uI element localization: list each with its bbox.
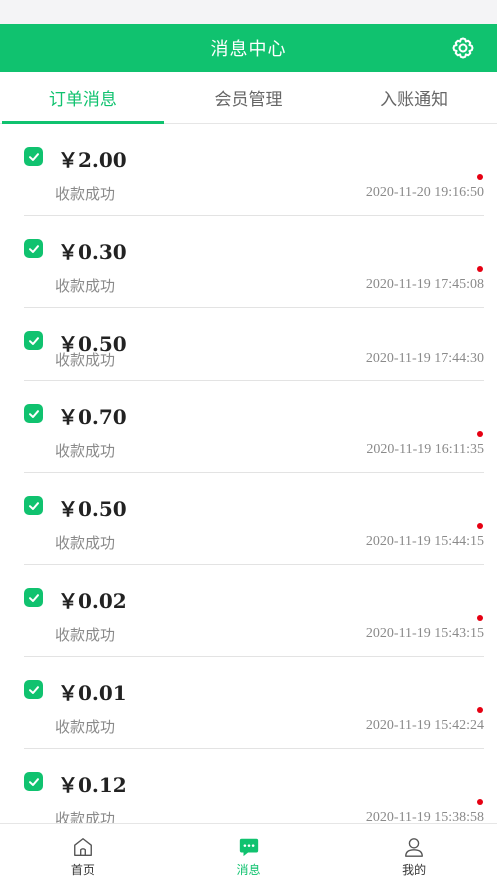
- payment-status: 收款成功: [55, 718, 116, 736]
- checkmark-icon: [28, 501, 39, 510]
- profile-icon: [405, 838, 424, 857]
- checkbox[interactable]: [24, 147, 43, 166]
- checkmark-icon: [28, 336, 39, 345]
- status-bar: [0, 0, 497, 24]
- unread-dot: [477, 431, 483, 437]
- unread-dot: [477, 707, 483, 713]
- tab-income-notice[interactable]: 入账通知: [331, 72, 497, 123]
- home-icon: [73, 838, 92, 856]
- bottom-nav: 首页 消息 我的: [0, 823, 497, 883]
- checkmark-icon: [28, 777, 39, 786]
- app-header: 消息中心: [0, 24, 497, 72]
- checkbox[interactable]: [24, 404, 43, 423]
- nav-item-home[interactable]: 首页: [0, 824, 166, 883]
- checkbox[interactable]: [24, 239, 43, 258]
- checkmark-icon: [28, 244, 39, 253]
- unread-dot: [477, 523, 483, 529]
- list-item[interactable]: ￥0.30 收款成功 2020-11-19 17:45:08: [0, 216, 497, 308]
- payment-status: 收款成功: [55, 277, 116, 295]
- timestamp: 2020-11-19 15:43:15: [365, 626, 484, 641]
- message-list: ￥2.00 收款成功 2020-11-20 19:16:50 ￥0.30 收款成功 202…: [0, 124, 497, 824]
- page-title: 消息中心: [210, 39, 287, 60]
- tab-order-messages[interactable]: 订单消息: [0, 72, 166, 124]
- payment-status: 收款成功: [55, 185, 116, 203]
- payment-amount: ￥0.12: [58, 773, 127, 797]
- nav-item-profile[interactable]: 我的: [331, 824, 497, 883]
- list-item[interactable]: ￥0.50 收款成功 2020-11-19 15:44:15: [0, 473, 497, 565]
- unread-dot: [477, 174, 483, 180]
- list-item[interactable]: ￥0.02 收款成功 2020-11-19 15:43:15: [0, 565, 497, 657]
- checkmark-icon: [28, 593, 39, 602]
- payment-status: 收款成功: [55, 351, 116, 369]
- nav-label-messages: 消息: [236, 863, 261, 877]
- payment-amount: ￥0.02: [58, 589, 127, 613]
- payment-amount: ￥0.30: [58, 240, 127, 264]
- payment-amount: ￥0.50: [58, 497, 127, 521]
- timestamp: 2020-11-19 17:45:08: [365, 277, 484, 292]
- list-item[interactable]: ￥2.00 收款成功 2020-11-20 19:16:50: [0, 124, 497, 216]
- payment-status: 收款成功: [55, 534, 116, 552]
- payment-status: 收款成功: [55, 626, 116, 644]
- nav-item-messages[interactable]: 消息: [166, 824, 332, 883]
- checkbox[interactable]: [24, 772, 43, 791]
- payment-amount: ￥0.70: [58, 405, 127, 429]
- payment-amount: ￥0.01: [58, 681, 127, 705]
- checkmark-icon: [28, 685, 39, 694]
- list-item[interactable]: ￥0.12 收款成功 2020-11-19 15:38:58: [0, 749, 497, 824]
- nav-label-home: 首页: [70, 863, 95, 877]
- payment-status: 收款成功: [55, 442, 116, 460]
- unread-dot: [477, 615, 483, 621]
- timestamp: 2020-11-19 15:44:15: [365, 534, 484, 549]
- timestamp: 2020-11-20 19:16:50: [365, 185, 484, 200]
- tab-bar: 订单消息 会员管理 入账通知: [0, 72, 497, 124]
- checkbox[interactable]: [24, 331, 43, 350]
- checkmark-icon: [28, 409, 39, 418]
- checkmark-icon: [28, 152, 39, 161]
- tab-member-management[interactable]: 会员管理: [166, 72, 332, 123]
- timestamp: 2020-11-19 15:38:58: [365, 810, 484, 824]
- timestamp: 2020-11-19 17:44:30: [365, 351, 484, 366]
- list-item[interactable]: ￥0.01 收款成功 2020-11-19 15:42:24: [0, 657, 497, 749]
- list-item[interactable]: ￥0.70 收款成功 2020-11-19 16:11:35: [0, 381, 497, 473]
- checkbox[interactable]: [24, 588, 43, 607]
- unread-dot: [477, 266, 483, 272]
- list-item[interactable]: ￥0.50 收款成功 2020-11-19 17:44:30: [0, 308, 497, 381]
- message-icon: [239, 838, 258, 857]
- unread-dot: [477, 799, 483, 805]
- timestamp: 2020-11-19 15:42:24: [365, 718, 484, 733]
- gear-icon[interactable]: [451, 36, 475, 60]
- payment-amount: ￥2.00: [58, 148, 127, 172]
- checkbox[interactable]: [24, 496, 43, 515]
- timestamp: 2020-11-19 16:11:35: [366, 442, 484, 457]
- nav-label-profile: 我的: [402, 863, 427, 877]
- payment-status: 收款成功: [55, 810, 116, 824]
- checkbox[interactable]: [24, 680, 43, 699]
